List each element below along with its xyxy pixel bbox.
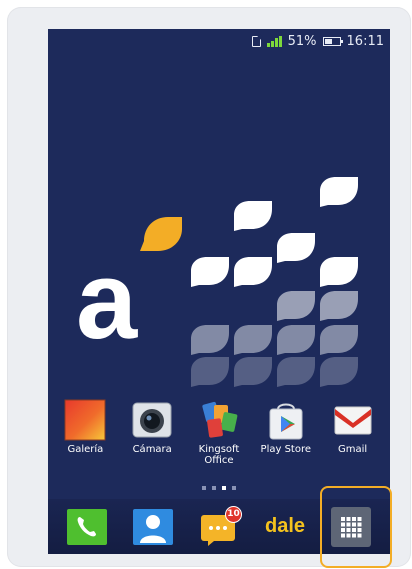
page-dot	[222, 486, 226, 490]
phone-button[interactable]	[64, 504, 110, 550]
wallpaper-bubble	[320, 325, 358, 355]
wallpaper-logo: a	[76, 217, 182, 362]
wallpaper-bubble	[191, 257, 229, 287]
highlight-box	[320, 486, 392, 568]
logo-letter: a	[76, 239, 138, 362]
dale-button[interactable]: dale	[262, 504, 308, 550]
app-camara[interactable]: Cámara	[121, 399, 183, 455]
contacts-icon	[133, 508, 173, 545]
wallpaper: a	[76, 177, 358, 387]
wallpaper-bubble	[191, 357, 229, 387]
dale-label: dale	[264, 515, 306, 537]
battery-icon	[322, 36, 343, 46]
wallpaper-bubble	[320, 257, 358, 287]
gmail-icon	[332, 399, 374, 441]
app-label: Kingsoft Office	[198, 444, 240, 466]
wallpaper-bubble	[191, 325, 229, 355]
wallpaper-bubble	[277, 233, 315, 263]
app-play-store[interactable]: Play Store	[255, 399, 317, 455]
phone-screen: 51% 16:11 a Galería Cámara Kingsoft Offi…	[48, 29, 390, 554]
sim-card-icon	[251, 35, 261, 47]
wallpaper-bubble	[320, 291, 358, 321]
app-label: Play Store	[260, 444, 312, 455]
app-label: Gmail	[337, 444, 368, 455]
wallpaper-bubble	[320, 177, 358, 207]
wallpaper-bubble	[277, 357, 315, 387]
wallpaper-bubbles	[191, 177, 358, 387]
signal-icon	[266, 35, 282, 47]
wallpaper-bubble	[234, 201, 272, 231]
wallpaper-bubble	[234, 325, 272, 355]
wallpaper-bubble	[277, 325, 315, 355]
notification-badge: 10	[225, 505, 242, 523]
clock: 16:11	[346, 33, 384, 49]
status-bar: 51% 16:11	[48, 29, 390, 53]
camera-icon	[131, 399, 173, 441]
app-gmail[interactable]: Gmail	[322, 399, 384, 455]
battery-percent: 51%	[287, 33, 317, 49]
wallpaper-bubble	[234, 357, 272, 387]
app-row: Galería Cámara Kingsoft Office Play Stor…	[48, 399, 390, 469]
page-dot	[232, 486, 236, 490]
app-label: Cámara	[132, 444, 172, 455]
page-dot	[202, 486, 206, 490]
page-dot	[212, 486, 216, 490]
messaging-button[interactable]: 10	[196, 504, 242, 550]
play-store-icon	[265, 399, 307, 441]
wallpaper-bubble	[277, 291, 315, 321]
kingsoft-office-icon	[198, 399, 240, 441]
wallpaper-bubble	[234, 257, 272, 287]
wallpaper-bubble	[320, 357, 358, 387]
app-label: Galería	[67, 444, 104, 455]
logo-accent	[140, 217, 182, 251]
contacts-button[interactable]	[130, 504, 176, 550]
app-kingsoft-office[interactable]: Kingsoft Office	[188, 399, 250, 466]
phone-icon	[67, 508, 107, 545]
gallery-icon	[64, 399, 106, 441]
app-galeria[interactable]: Galería	[54, 399, 116, 455]
